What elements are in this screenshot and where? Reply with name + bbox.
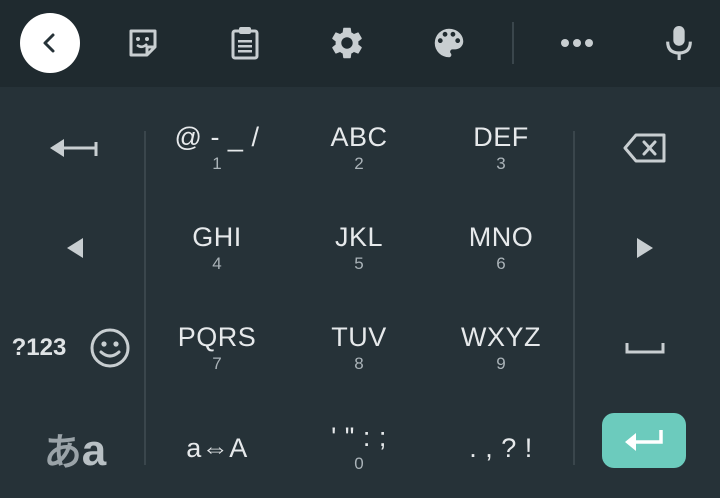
sticker-button[interactable] <box>113 13 173 73</box>
key-sub-label: 7 <box>212 354 222 373</box>
clipboard-icon <box>231 27 259 60</box>
voice-input-button[interactable] <box>649 13 709 73</box>
key-main-label: WXYZ <box>461 322 541 352</box>
key-abc[interactable]: ABC 2 <box>288 105 430 191</box>
smiley-icon <box>90 328 130 368</box>
emoji-key[interactable] <box>84 305 136 391</box>
theme-button[interactable] <box>419 13 479 73</box>
key-sub-label: 8 <box>354 354 364 373</box>
keyboard-toolbar <box>0 0 720 87</box>
more-button[interactable] <box>547 13 607 73</box>
key-main-label: DEF <box>473 122 529 152</box>
key-main-label: MNO <box>468 222 534 252</box>
back-icon <box>43 33 55 53</box>
numbers-mode-label: ?123 <box>11 334 67 361</box>
language-switch-label: あa <box>44 421 107 476</box>
key-sub-label: 3 <box>496 154 506 173</box>
settings-icon <box>332 27 362 59</box>
key-punctuation[interactable]: . , ? ! <box>430 405 572 491</box>
lang-latin: a <box>81 425 107 475</box>
arrow-left-icon <box>67 238 83 258</box>
backspace-key[interactable] <box>590 105 700 191</box>
toolbar-divider <box>512 22 514 64</box>
key-def[interactable]: DEF 3 <box>430 105 572 191</box>
tab-arrow-icon <box>50 139 98 157</box>
lang-kana: あ <box>43 431 82 474</box>
cursor-right-key[interactable] <box>590 205 700 291</box>
arrow-right-icon <box>637 238 653 258</box>
cursor-left-key[interactable] <box>20 205 130 291</box>
key-pqrs[interactable]: PQRS 7 <box>146 305 288 391</box>
space-key[interactable] <box>590 305 700 391</box>
tab-key[interactable] <box>20 105 130 191</box>
sticker-icon <box>129 29 157 57</box>
more-icon <box>561 39 593 47</box>
space-icon <box>625 343 665 354</box>
key-sub-label: 0 <box>354 454 364 473</box>
key-main-label: TUV <box>331 322 387 352</box>
key-main-label: PQRS <box>177 322 257 352</box>
key-main-label: JKL <box>334 222 384 252</box>
key-mno[interactable]: MNO 6 <box>430 205 572 291</box>
key-ghi[interactable]: GHI 4 <box>146 205 288 291</box>
key-main-label: GHI <box>192 222 242 252</box>
key-sub-label: 9 <box>496 354 506 373</box>
key-tuv[interactable]: TUV 8 <box>288 305 430 391</box>
key-sub-label: 5 <box>354 254 364 273</box>
language-switch-key[interactable]: あa <box>20 405 130 491</box>
key-quotes[interactable]: ' " : ; 0 <box>288 405 430 491</box>
theme-palette-icon <box>434 28 464 58</box>
key-main-label: a⇔A <box>186 433 248 463</box>
key-main-label: ABC <box>330 122 388 152</box>
key-sub-label: 1 <box>212 154 222 173</box>
back-button[interactable] <box>20 13 80 73</box>
key-main-label: . , ? ! <box>469 433 533 463</box>
key-sub-label: 4 <box>212 254 222 273</box>
key-wxyz[interactable]: WXYZ 9 <box>430 305 572 391</box>
keyboard-area: ?123 あa @ - _ / 1 ABC 2 DEF 3 GHI 4 JKL … <box>0 87 720 498</box>
enter-icon <box>625 429 663 451</box>
key-symbols[interactable]: @ - _ / 1 <box>146 105 288 191</box>
key-sub-label: 6 <box>496 254 506 273</box>
key-main-label: @ - _ / <box>174 122 260 152</box>
key-sub-label: 2 <box>354 154 364 173</box>
clipboard-button[interactable] <box>215 13 275 73</box>
numbers-mode-key[interactable]: ?123 <box>4 305 74 391</box>
right-divider <box>573 131 575 465</box>
key-case-toggle[interactable]: a⇔A <box>146 405 288 491</box>
key-main-label: ' " : ; <box>331 422 387 452</box>
enter-key[interactable] <box>602 413 686 468</box>
settings-button[interactable] <box>317 13 377 73</box>
key-jkl[interactable]: JKL 5 <box>288 205 430 291</box>
backspace-icon <box>623 133 666 163</box>
microphone-icon <box>666 26 692 60</box>
